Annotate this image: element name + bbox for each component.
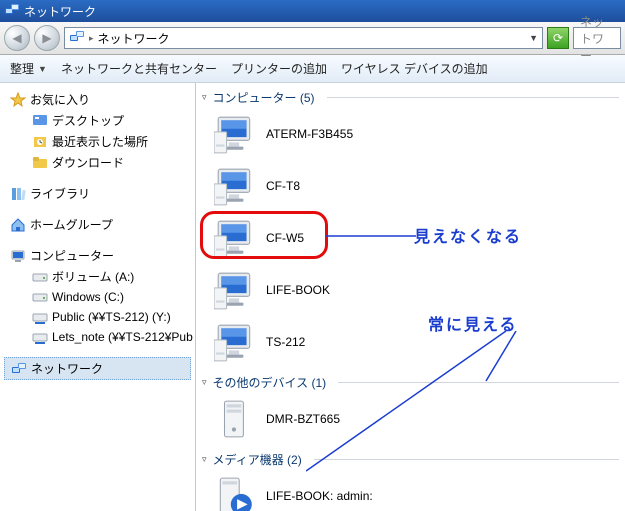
tree-recent[interactable]: 最近表示した場所 — [4, 131, 191, 152]
tree-network[interactable]: ネットワーク — [4, 357, 191, 380]
group-header-media[interactable]: ▿ メディア機器 (2) — [202, 449, 619, 470]
network-drive-icon — [32, 329, 48, 345]
network-icon — [4, 2, 20, 21]
other-device-item[interactable]: DMR-BZT665 — [212, 393, 472, 445]
add-wireless-button[interactable]: ワイヤレス デバイスの追加 — [341, 60, 488, 77]
left-arrow-icon: ◀ — [12, 31, 21, 45]
network-center-button[interactable]: ネットワークと共有センター — [61, 60, 217, 77]
annotation-hidden: 見えなくなる — [414, 223, 522, 247]
tree-computer[interactable]: コンピューター — [4, 245, 191, 266]
network-icon — [69, 29, 85, 48]
collapse-icon: ▿ — [202, 92, 207, 103]
command-bar: 整理▼ ネットワークと共有センター プリンターの追加 ワイヤレス デバイスの追加 — [0, 55, 625, 83]
pc-icon — [214, 269, 256, 311]
device-icon — [214, 398, 256, 440]
homegroup-icon — [10, 217, 26, 233]
recent-icon — [32, 134, 48, 150]
drive-icon — [32, 289, 48, 305]
group-header-computers[interactable]: ▿ コンピューター (5) — [202, 87, 619, 108]
tree-drive-c[interactable]: Windows (C:) — [4, 287, 191, 307]
network-drive-icon — [32, 309, 48, 325]
group-computers: ▿ コンピューター (5) ATERM-F3B455 CF-T8 CF-W5 L… — [202, 87, 619, 368]
network-icon — [11, 361, 27, 377]
star-icon — [10, 92, 26, 108]
tree-homegroup[interactable]: ホームグループ — [4, 214, 191, 235]
media-icon — [214, 475, 256, 511]
chevron-down-icon: ▼ — [38, 64, 47, 74]
folder-icon — [32, 155, 48, 171]
tree-netdrive-y[interactable]: Public (¥¥TS-212) (Y:) — [4, 307, 191, 327]
dropdown-icon[interactable]: ▼ — [529, 33, 538, 43]
tree-desktop[interactable]: デスクトップ — [4, 110, 191, 131]
computer-icon — [10, 248, 26, 264]
group-other: ▿ その他のデバイス (1) DMR-BZT665 — [202, 372, 619, 445]
nav-tree: お気に入り デスクトップ 最近表示した場所 ダウンロード ライブラリ ホームグル… — [0, 83, 196, 511]
tree-downloads[interactable]: ダウンロード — [4, 152, 191, 173]
pc-icon — [214, 321, 256, 363]
media-device-item[interactable]: LIFE-BOOK: admin: — [212, 470, 472, 511]
pc-icon — [214, 165, 256, 207]
collapse-icon: ▿ — [202, 377, 207, 388]
breadcrumb-chevron-icon: ▸ — [89, 33, 94, 44]
library-icon — [10, 186, 26, 202]
refresh-button[interactable]: ⟳ — [547, 27, 569, 49]
computer-item[interactable]: CF-T8 — [212, 160, 362, 212]
address-bar[interactable]: ▸ ネットワーク ▼ — [64, 27, 543, 49]
group-media: ▿ メディア機器 (2) LIFE-BOOK: admin: TS-212 — [202, 449, 619, 511]
desktop-icon — [32, 113, 48, 129]
pc-icon — [214, 113, 256, 155]
annotation-visible: 常に見える — [428, 311, 518, 335]
right-arrow-icon: ▶ — [42, 31, 51, 45]
refresh-icon: ⟳ — [553, 31, 563, 45]
back-button[interactable]: ◀ — [4, 25, 30, 51]
address-text: ネットワーク — [98, 30, 170, 47]
window-titlebar: ネットワーク — [0, 0, 625, 22]
computer-item[interactable]: LIFE-BOOK — [212, 264, 362, 316]
tree-libraries[interactable]: ライブラリ — [4, 183, 191, 204]
group-header-other[interactable]: ▿ その他のデバイス (1) — [202, 372, 619, 393]
organize-button[interactable]: 整理▼ — [10, 60, 47, 77]
computer-item[interactable]: ATERM-F3B455 — [212, 108, 472, 160]
tree-drive-a[interactable]: ボリューム (A:) — [4, 266, 191, 287]
content-pane: ▿ コンピューター (5) ATERM-F3B455 CF-T8 CF-W5 L… — [196, 83, 625, 511]
nav-row: ◀ ▶ ▸ ネットワーク ▼ ⟳ ネットワー — [0, 22, 625, 55]
collapse-icon: ▿ — [202, 454, 207, 465]
search-input[interactable]: ネットワー — [573, 27, 621, 49]
window-title: ネットワーク — [24, 3, 96, 20]
add-printer-button[interactable]: プリンターの追加 — [231, 60, 327, 77]
pc-icon — [214, 217, 256, 259]
tree-favorites[interactable]: お気に入り — [4, 89, 191, 110]
tree-netdrive-lets[interactable]: Lets_note (¥¥TS-212¥Pub — [4, 327, 191, 347]
drive-icon — [32, 269, 48, 285]
forward-button[interactable]: ▶ — [34, 25, 60, 51]
